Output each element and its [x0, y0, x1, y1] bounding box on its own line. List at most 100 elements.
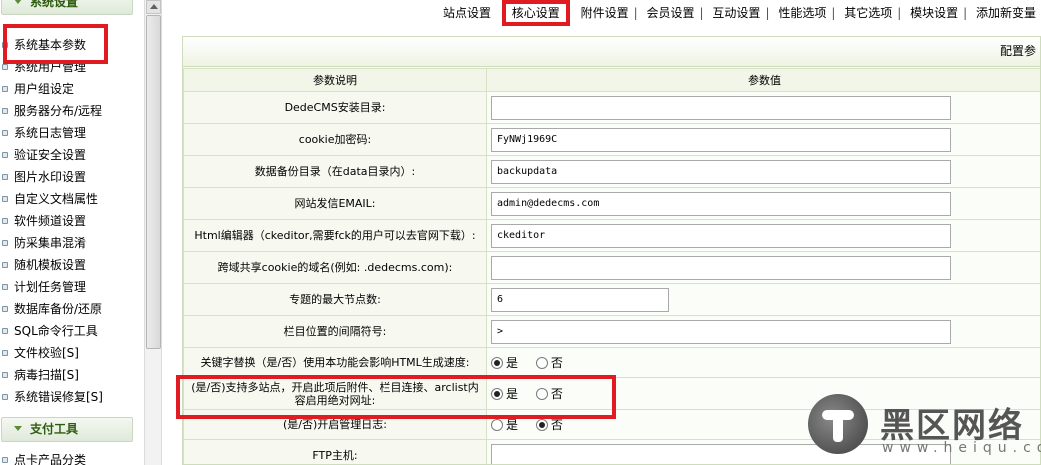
arrow-up-icon	[150, 4, 158, 9]
tab-separator: |	[765, 6, 770, 20]
radio-label: 否	[550, 418, 563, 432]
bullet-icon	[2, 86, 8, 92]
sidebar-item-label: 数据库备份/还原	[14, 302, 103, 316]
sidebar-item-random-template[interactable]: 随机模板设置	[0, 254, 140, 276]
radio-label: 是	[506, 418, 519, 432]
sidebar-item-server-remote[interactable]: 服务器分布/远程	[0, 100, 140, 122]
sidebar-item-label: 文件校验[S]	[14, 346, 79, 360]
sidebar: 系统设置 系统基本参数 系统用户管理 用户组设定 服务器分布/远程 系统日志管理…	[0, 0, 140, 465]
param-label: 栏目位置的间隔符号:	[183, 315, 487, 348]
keyword-replace-radio-group: 是 否	[491, 354, 577, 371]
sidebar-item-system-log[interactable]: 系统日志管理	[0, 122, 140, 144]
admin-log-no-option[interactable]: 否	[535, 418, 563, 432]
bullet-icon	[2, 457, 8, 463]
keyword-replace-no-option[interactable]: 否	[535, 356, 563, 370]
sidebar-item-custom-attributes[interactable]: 自定义文档属性	[0, 188, 140, 210]
param-label: FTP主机:	[183, 439, 487, 464]
sidebar-item-software-channel[interactable]: 软件频道设置	[0, 210, 140, 232]
keyword-replace-yes-option[interactable]: 是	[491, 356, 518, 370]
install-dir-input[interactable]	[491, 95, 951, 120]
param-label: 跨域共享cookie的域名(例如: .dedecms.com):	[183, 251, 487, 284]
sidebar-item-label: 防采集串混淆	[14, 236, 87, 250]
param-label: 关键字替换（是/否）使用本功能会影响HTML生成速度:	[183, 347, 487, 378]
sidebar-item-virus-scan[interactable]: 病毒扫描[S]	[0, 364, 140, 386]
admin-email-input[interactable]: admin@dedecms.com	[491, 191, 951, 216]
tab-separator: |	[831, 6, 836, 20]
tab-interaction-settings[interactable]: 互动设置	[707, 0, 765, 26]
bullet-icon	[2, 350, 8, 356]
sidebar-section-system[interactable]: 系统设置	[1, 0, 133, 15]
sidebar-item-user-groups[interactable]: 用户组设定	[0, 78, 140, 100]
sidebar-item-label: 点卡产品分类	[14, 453, 87, 465]
sidebar-item-db-backup[interactable]: 数据库备份/还原	[0, 298, 140, 320]
sidebar-item-label: 随机模板设置	[14, 258, 87, 272]
watermark-url: www.heiqu.com	[882, 440, 1041, 456]
param-label: DedeCMS安装目录:	[183, 91, 487, 124]
bullet-icon	[2, 328, 8, 334]
tab-site-settings[interactable]: 站点设置	[438, 0, 496, 26]
table-row: 跨域共享cookie的域名(例如: .dedecms.com):	[183, 251, 1040, 284]
table-row: 专题的最大节点数: 6	[183, 283, 1040, 316]
chevron-down-icon	[14, 426, 22, 431]
admin-log-yes-option[interactable]: 是	[491, 418, 518, 432]
position-separator-input[interactable]: >	[491, 319, 951, 344]
sidebar-section-label: 系统设置	[30, 0, 79, 9]
table-row: 数据备份目录（在data目录内）: backupdata	[183, 155, 1040, 188]
topic-max-nodes-input[interactable]: 6	[491, 287, 669, 312]
param-label: 网站发信EMAIL:	[183, 187, 487, 220]
cookie-key-input[interactable]: FyNWj1969C	[491, 127, 951, 152]
tab-separator: |	[897, 6, 902, 20]
sidebar-item-label: 计划任务管理	[14, 280, 87, 294]
sidebar-section-label: 支付工具	[30, 422, 79, 436]
tab-separator: |	[699, 6, 704, 20]
sidebar-item-security[interactable]: 验证安全设置	[0, 144, 140, 166]
bullet-icon	[2, 152, 8, 158]
bullet-icon	[2, 262, 8, 268]
bullet-icon	[2, 284, 8, 290]
tab-module-settings[interactable]: 模块设置	[905, 0, 963, 26]
cookie-domain-input[interactable]	[491, 255, 951, 280]
tab-add-variable[interactable]: 添加新变量	[971, 0, 1041, 26]
bullet-icon	[2, 394, 8, 400]
param-label: cookie加密码:	[183, 123, 487, 156]
scrollbar-thumb[interactable]	[146, 15, 161, 349]
scroll-up-button[interactable]	[146, 0, 161, 14]
sidebar-item-label: SQL命令行工具	[14, 324, 98, 338]
sidebar-item-label: 验证安全设置	[14, 148, 87, 162]
sidebar-item-label: 系统日志管理	[14, 126, 87, 140]
tab-other-options[interactable]: 其它选项	[839, 0, 897, 26]
sidebar-item-label: 自定义文档属性	[14, 192, 99, 206]
sidebar-item-label: 病毒扫描[S]	[14, 368, 79, 382]
sidebar-section-pay[interactable]: 支付工具	[1, 417, 133, 442]
highlight-box	[176, 375, 616, 419]
param-label: Html编辑器（ckeditor,需要fck的用户可以去官网下载）:	[183, 219, 487, 252]
radio-checked-icon	[491, 357, 503, 369]
table-row: 网站发信EMAIL: admin@dedecms.com	[183, 187, 1040, 220]
html-editor-input[interactable]: ckeditor	[491, 223, 951, 248]
bullet-icon	[2, 130, 8, 136]
backup-dir-input[interactable]: backupdata	[491, 159, 951, 184]
bullet-icon	[2, 372, 8, 378]
tab-core-settings[interactable]: 核心设置	[501, 0, 570, 26]
tab-member-settings[interactable]: 会员设置	[642, 0, 700, 26]
sidebar-item-watermark[interactable]: 图片水印设置	[0, 166, 140, 188]
highlight-box	[3, 24, 108, 64]
sidebar-pay-menu: 点卡产品分类	[0, 449, 140, 465]
param-label: 专题的最大节点数:	[183, 283, 487, 316]
bullet-icon	[2, 306, 8, 312]
sidebar-item-sql-tool[interactable]: SQL命令行工具	[0, 320, 140, 342]
tab-attachment-settings[interactable]: 附件设置	[576, 0, 634, 26]
sidebar-item-label: 用户组设定	[14, 82, 75, 96]
sidebar-item-scheduled-tasks[interactable]: 计划任务管理	[0, 276, 140, 298]
sidebar-item-anti-scrape[interactable]: 防采集串混淆	[0, 232, 140, 254]
sidebar-scrollbar[interactable]	[144, 0, 162, 465]
sidebar-item-card-categories[interactable]: 点卡产品分类	[0, 449, 140, 465]
sidebar-item-error-repair[interactable]: 系统错误修复[S]	[0, 386, 140, 408]
table-row: cookie加密码: FyNWj1969C	[183, 123, 1040, 156]
watermark-logo-icon	[808, 394, 868, 454]
tab-performance-options[interactable]: 性能选项	[773, 0, 831, 26]
sidebar-item-file-check[interactable]: 文件校验[S]	[0, 342, 140, 364]
table-row: DedeCMS安装目录:	[183, 91, 1040, 124]
radio-label: 否	[550, 356, 563, 370]
table-row: 栏目位置的间隔符号: >	[183, 315, 1040, 348]
